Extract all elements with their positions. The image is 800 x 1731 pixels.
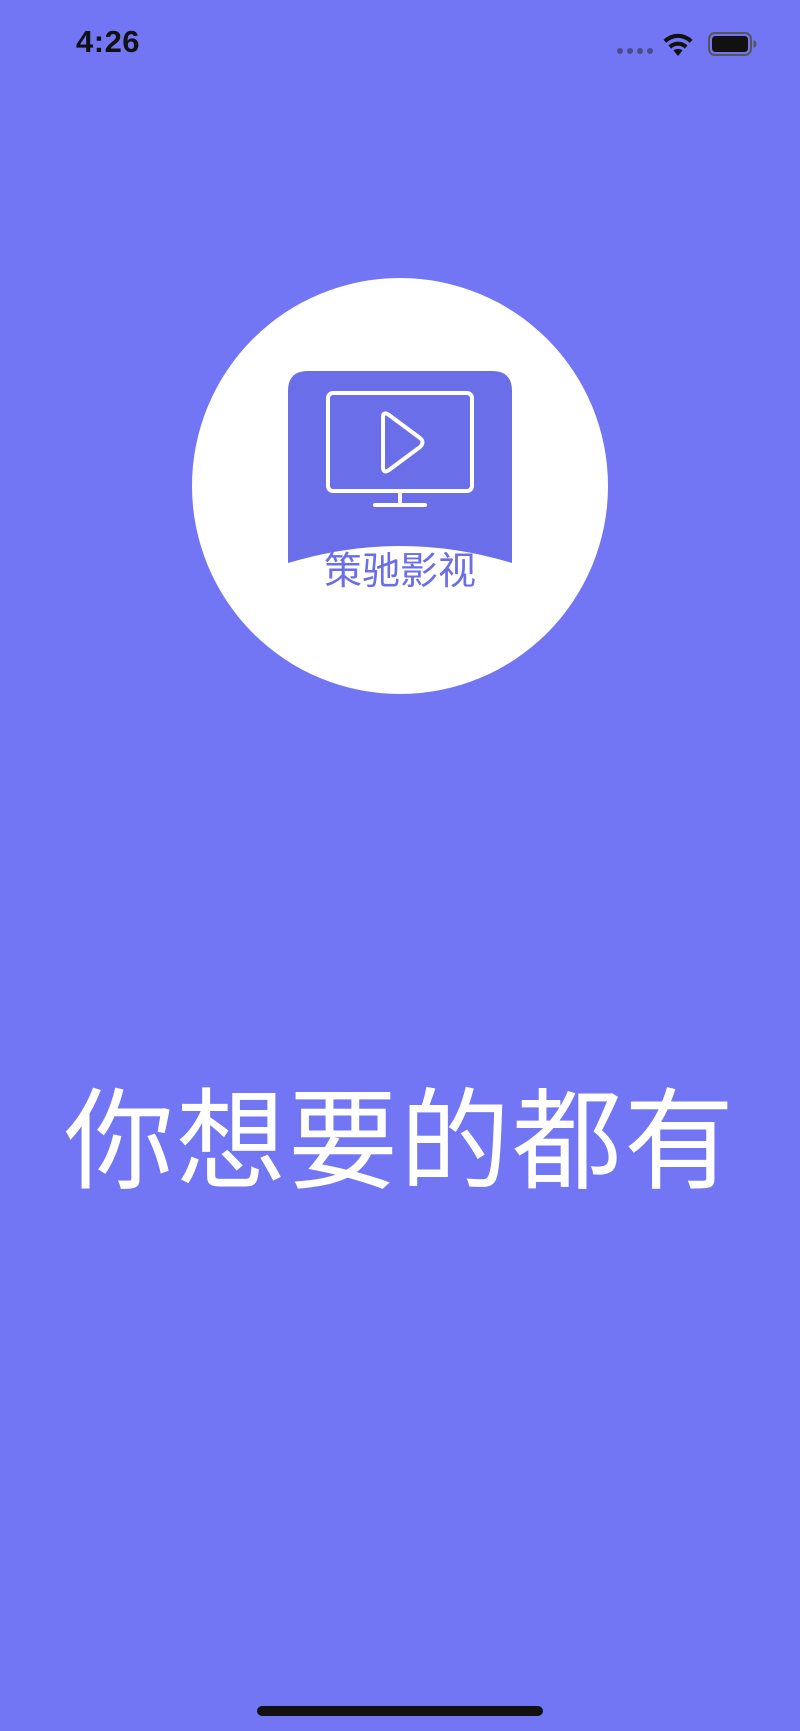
splash-tagline: 你想要的都有 — [64, 1078, 736, 1206]
cellular-signal-icon — [617, 48, 653, 54]
battery-icon — [708, 32, 757, 56]
status-bar: 4:26 — [0, 0, 800, 90]
app-logo: 策驰影视 — [192, 278, 608, 694]
brand-name: 策驰影视 — [323, 549, 476, 593]
status-time: 4:26 — [76, 24, 141, 59]
home-indicator[interactable] — [257, 1706, 543, 1716]
wifi-icon — [663, 33, 693, 56]
